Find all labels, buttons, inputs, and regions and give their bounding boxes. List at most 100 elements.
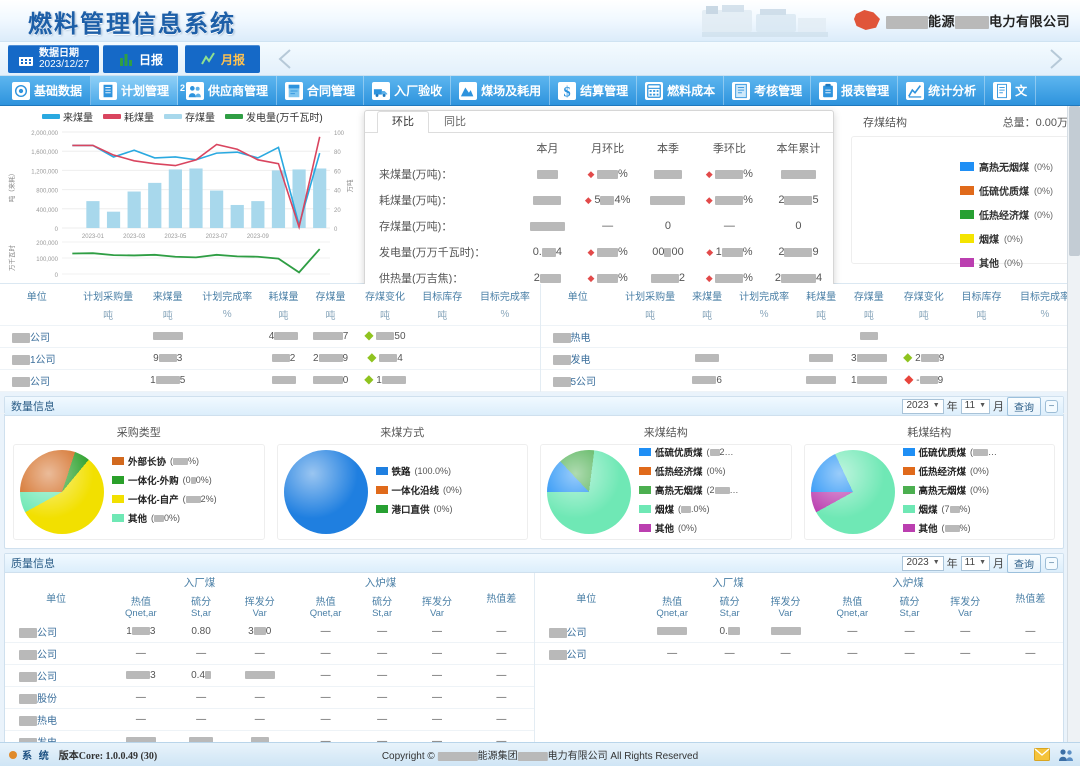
pie-legend-item-3[interactable]: 高热无烟煤(2… <box>639 483 739 497</box>
chevron-right-icon[interactable] <box>1044 47 1066 71</box>
quality-collapse-button[interactable]: − <box>1045 557 1058 570</box>
table-row[interactable]: 公司0.———— <box>535 621 1064 643</box>
legend-item-1[interactable]: 来煤量 <box>42 109 93 124</box>
cell-p_s: — <box>175 709 228 731</box>
legend-percent: (0%) <box>970 485 989 495</box>
legend-item-2[interactable]: 耗煤量 <box>103 109 154 124</box>
menu-item-2[interactable]: 计划管理 <box>91 76 178 105</box>
legend-swatch <box>639 467 651 475</box>
table-row[interactable]: 公司——————— <box>5 643 534 665</box>
popup-tab-1[interactable]: 环比 <box>377 111 429 133</box>
menu-item-3[interactable]: 2供应商管理 <box>178 76 277 105</box>
monthly-report-button[interactable]: 月报 <box>185 45 260 73</box>
pie-graphic[interactable] <box>284 450 368 534</box>
table-row[interactable]: 公司30.4———— <box>5 665 534 687</box>
table-row[interactable]: 热电——————— <box>5 709 534 731</box>
cell-diff: — <box>469 709 533 731</box>
table-row[interactable]: 热电 <box>541 326 1080 348</box>
pie-legend-item-2[interactable]: 低热经济煤(0%) <box>903 464 998 478</box>
cell-p_q: 3 <box>107 665 174 687</box>
table-row[interactable]: 发电3◆ 29 <box>541 348 1080 370</box>
header-decor-image <box>700 4 830 38</box>
stock-legend-item-4[interactable]: 烟煤(0%) <box>960 231 1053 246</box>
pie-legend-item-4[interactable]: 其他(0%) <box>112 511 217 525</box>
pie-legend-item-1[interactable]: 外部长协(%) <box>112 454 217 468</box>
legend-swatch <box>376 486 388 494</box>
quantity-query-button[interactable]: 查询 <box>1007 397 1041 416</box>
pie-graphic[interactable] <box>547 450 631 534</box>
cell-stock: 7 <box>305 326 356 348</box>
users-icon[interactable] <box>1058 748 1074 762</box>
pie-legend-item-2[interactable]: 低热经济煤(0%) <box>639 464 739 478</box>
cell-incoming <box>143 326 193 348</box>
table-row[interactable]: 公司——————— <box>535 643 1064 665</box>
unit-unit-6: 吨 <box>305 304 356 326</box>
legend-swatch <box>164 114 182 119</box>
pie-legend-item-2[interactable]: 一体化沿线(0%) <box>376 483 463 497</box>
stock-legend-item-3[interactable]: 低热经济煤(0%) <box>960 207 1053 222</box>
menu-item-label: 报表管理 <box>841 82 889 99</box>
table-row[interactable]: 发电———— <box>5 731 534 743</box>
pie-legend-item-1[interactable]: 铁路(100.0%) <box>376 464 463 478</box>
pie-graphic[interactable] <box>20 450 104 534</box>
unit-col-1: 单位 <box>0 284 74 304</box>
menu-item-8[interactable]: 燃料成本 <box>637 76 724 105</box>
legend-item-3[interactable]: 存煤量 <box>164 109 215 124</box>
line-chart-icon <box>200 51 216 67</box>
quantity-year-select[interactable]: 2023▼ <box>902 399 943 414</box>
menu-item-4[interactable]: 合同管理 <box>277 76 364 105</box>
unit-name: 公司 <box>535 621 638 643</box>
pie-legend-item-3[interactable]: 高热无烟煤(0%) <box>903 483 998 497</box>
quantity-month-select[interactable]: 11▼ <box>961 399 990 414</box>
pie-legend-item-4[interactable]: 烟煤(7%) <box>903 502 998 516</box>
table-row[interactable]: 公司47◆ 50 <box>0 326 540 348</box>
clipboard-icon <box>819 82 837 100</box>
unit-name: 热电 <box>541 326 616 348</box>
legend-percent: (%) <box>942 523 971 533</box>
pie-legend-item-1[interactable]: 低硫优质煤(… <box>903 445 998 459</box>
mail-icon[interactable] <box>1034 748 1050 761</box>
pie-legend-item-1[interactable]: 低硫优质煤(2… <box>639 445 739 459</box>
menu-item-6[interactable]: 煤场及耗用 <box>451 76 550 105</box>
menu-item-7[interactable]: $结算管理 <box>550 76 637 105</box>
menu-item-12[interactable]: 文 <box>985 76 1036 105</box>
popup-cell: 0.4 <box>520 239 574 265</box>
quality-query-button[interactable]: 查询 <box>1007 554 1041 573</box>
quality-month-select[interactable]: 11▼ <box>961 556 990 571</box>
scrollbar-thumb[interactable] <box>1069 106 1080 256</box>
stock-legend-item-5[interactable]: 其他(0%) <box>960 255 1053 270</box>
table-row[interactable]: 1公司93229◆ 4 <box>0 348 540 370</box>
table-row[interactable]: 5公司61◆ -9 <box>541 370 1080 392</box>
pie-legend-item-2[interactable]: 一体化-外购(00%) <box>112 473 217 487</box>
pie-legend-item-3[interactable]: 港口直供(0%) <box>376 502 463 516</box>
stock-legend-item-2[interactable]: 低硫优质煤(0%) <box>960 183 1053 198</box>
quantity-collapse-button[interactable]: − <box>1045 400 1058 413</box>
popup-cell <box>520 187 574 213</box>
pie-legend-item-4[interactable]: 烟煤(.0%) <box>639 502 739 516</box>
menu-item-11[interactable]: 统计分析 <box>898 76 985 105</box>
cell-consumed <box>799 326 843 348</box>
data-date-button[interactable]: 数据日期 2023/12/27 <box>8 45 99 73</box>
table-row[interactable]: 股份——————— <box>5 687 534 709</box>
stock-structure-panel: 存煤结构 总量：0.00万 高热无烟煤(0%)低硫优质煤(0%)低热经济煤(0%… <box>837 106 1080 284</box>
legend-item-4[interactable]: 发电量(万千瓦时) <box>225 109 323 124</box>
menu-item-10[interactable]: 报表管理 <box>811 76 898 105</box>
table-row[interactable]: 公司130.8030———— <box>5 621 534 643</box>
pie-graphic[interactable] <box>811 450 895 534</box>
pie-legend-item-3[interactable]: 一体化-自产(2%) <box>112 492 217 506</box>
menu-item-1[interactable]: 基础数据 <box>4 76 91 105</box>
popup-tab-2[interactable]: 同比 <box>429 111 481 132</box>
legend-swatch <box>103 114 121 119</box>
stock-legend-item-1[interactable]: 高热无烟煤(0%) <box>960 159 1053 174</box>
quality-year-select[interactable]: 2023▼ <box>902 556 943 571</box>
table-row[interactable]: 公司150◆ 1 <box>0 370 540 392</box>
vertical-scrollbar[interactable] <box>1067 106 1080 742</box>
menu-item-5[interactable]: 入厂验收 <box>364 76 451 105</box>
menu-item-9[interactable]: 考核管理 <box>724 76 811 105</box>
daily-report-button[interactable]: 日报 <box>103 45 178 73</box>
chevron-left-icon[interactable] <box>275 47 297 71</box>
popup-cell: — <box>574 213 641 239</box>
pie-legend-item-5[interactable]: 其他(0%) <box>639 521 739 535</box>
pie-legend-item-5[interactable]: 其他(%) <box>903 521 998 535</box>
system-menu-button[interactable]: 系 统 <box>0 747 59 762</box>
